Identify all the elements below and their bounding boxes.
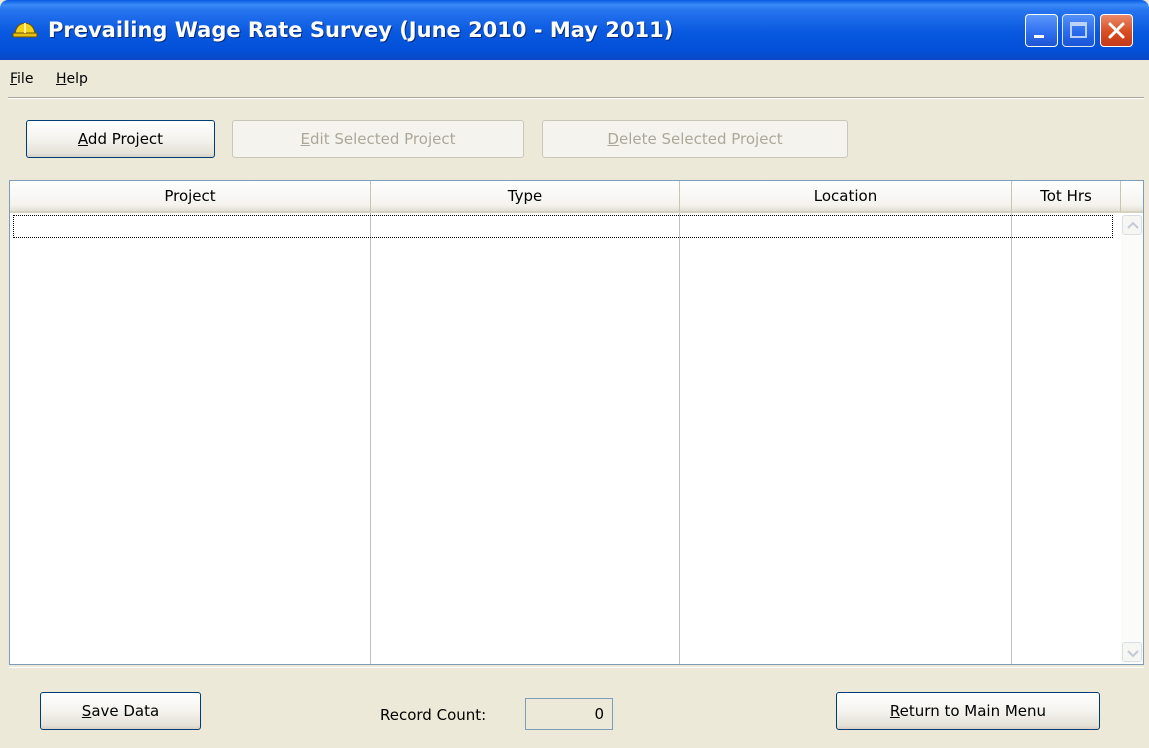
delete-selected-project-button[interactable]: Delete Selected Project xyxy=(542,120,848,158)
column-header-label: Tot Hrs xyxy=(1040,187,1092,205)
save-data-button[interactable]: Save Data xyxy=(40,692,201,730)
vertical-scrollbar[interactable] xyxy=(1121,215,1143,664)
column-header-type[interactable]: Type xyxy=(371,181,680,213)
delete-selected-project-label: Delete Selected Project xyxy=(607,130,783,148)
table-focus-row[interactable] xyxy=(13,215,1113,238)
window-title: Prevailing Wage Rate Survey (June 2010 -… xyxy=(48,18,674,42)
projects-table[interactable]: Project Type Location Tot Hrs xyxy=(9,180,1144,665)
close-button[interactable] xyxy=(1100,14,1133,47)
menu-bar: File Help xyxy=(0,62,1149,96)
chevron-up-icon xyxy=(1127,221,1139,229)
column-header-filler xyxy=(1121,181,1143,213)
column-divider xyxy=(1011,213,1012,664)
menu-divider xyxy=(8,97,1144,99)
menu-help[interactable]: Help xyxy=(56,68,88,90)
save-data-label: Save Data xyxy=(81,702,160,720)
edit-selected-project-label: Edit Selected Project xyxy=(300,130,456,148)
menu-file[interactable]: File xyxy=(10,68,33,90)
column-divider xyxy=(370,213,371,664)
return-to-main-menu-button[interactable]: Return to Main Menu xyxy=(836,692,1100,730)
footer-divider xyxy=(9,667,1144,668)
column-header-location[interactable]: Location xyxy=(680,181,1012,213)
hardhat-icon xyxy=(12,22,38,38)
maximize-button[interactable] xyxy=(1062,14,1095,47)
column-header-label: Project xyxy=(164,187,216,205)
column-header-tot-hrs[interactable]: Tot Hrs xyxy=(1012,181,1121,213)
record-count-field: 0 xyxy=(525,698,613,730)
close-icon xyxy=(1108,22,1125,39)
add-project-button[interactable]: Add Project xyxy=(26,120,215,158)
maximize-icon xyxy=(1070,22,1087,38)
column-divider xyxy=(679,213,680,664)
record-count-label: Record Count: xyxy=(380,706,487,724)
minimize-button[interactable] xyxy=(1025,14,1058,47)
chevron-down-icon xyxy=(1127,650,1139,658)
return-to-main-menu-label: Return to Main Menu xyxy=(889,702,1047,720)
title-bar[interactable]: Prevailing Wage Rate Survey (June 2010 -… xyxy=(0,0,1149,60)
scroll-up-button[interactable] xyxy=(1122,215,1142,235)
edit-selected-project-button[interactable]: Edit Selected Project xyxy=(232,120,524,158)
minimize-icon xyxy=(1034,35,1044,38)
column-header-label: Type xyxy=(507,187,543,205)
column-header-project[interactable]: Project xyxy=(10,181,371,213)
scroll-down-button[interactable] xyxy=(1122,642,1142,662)
add-project-label: Add Project xyxy=(77,130,164,148)
column-header-label: Location xyxy=(813,187,878,205)
